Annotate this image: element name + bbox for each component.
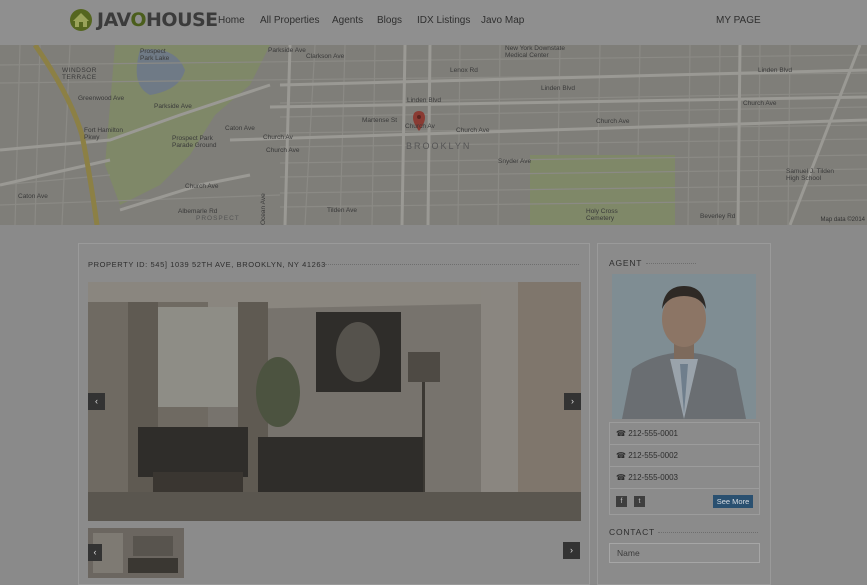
thumbnail-prev-arrow[interactable]: ‹ <box>88 544 102 561</box>
map-label-ocean-ave: Ocean Ave <box>260 193 267 225</box>
map-label-lenox-rd: Lenox Rd <box>450 67 478 74</box>
agent-phone-3-text: 212-555-0003 <box>628 473 679 482</box>
see-more-button[interactable]: See More <box>713 495 753 508</box>
map-label-martense-st: Martense St <box>362 117 398 124</box>
map-label-holy-cross: Holy Cross Cemetery <box>586 208 618 222</box>
map[interactable]: Prospect Park Lake WINDSOR TERRACE Fort … <box>0 45 867 225</box>
map-label-caton-ave: Caton Ave <box>225 125 255 132</box>
map-label-church-ave-lower: Church Ave <box>185 183 219 190</box>
contact-title: CONTACT <box>609 527 656 537</box>
map-label-church-ave: Church Ave <box>456 127 490 134</box>
agent-phone-1-text: 212-555-0001 <box>628 429 679 438</box>
agent-phone-1[interactable]: ☎ 212-555-0001 <box>609 422 760 445</box>
agent-portrait <box>612 274 756 419</box>
agent-title-rule <box>646 263 696 264</box>
map-label-brooklyn: BROOKLYN <box>406 141 472 151</box>
nav-idx-listings[interactable]: IDX Listings <box>417 15 470 26</box>
map-label-prospect-park-lake: Prospect Park Lake <box>140 48 170 62</box>
map-label-greenwood-ave: Greenwood Ave <box>78 95 125 102</box>
site-header: JAVOHOUSE Home All Properties Agents Blo… <box>0 0 867 45</box>
map-label-church-ave-sw: Church Ave <box>266 147 300 154</box>
agent-sidebar: AGENT ☎ 212-555-0001 ☎ 212-555-0002 ☎ 21… <box>597 243 771 585</box>
nav-blogs[interactable]: Blogs <box>377 15 402 26</box>
map-label-caton-ave-west: Caton Ave <box>18 193 48 200</box>
map-label-church-av-west: Church Av <box>263 134 293 141</box>
map-label-windsor-terrace: WINDSOR TERRACE <box>62 67 97 81</box>
agent-social-row: f t See More <box>609 489 760 515</box>
map-label-ny-downstate: New York Downstate Medical Center <box>505 45 565 59</box>
map-label-church-ave-east: Church Ave <box>596 118 630 125</box>
agent-phone-2-text: 212-555-0002 <box>628 451 679 460</box>
agent-phone-2[interactable]: ☎ 212-555-0002 <box>609 445 760 467</box>
content-area: PROPERTY ID: 545] 1039 52TH AVE, BROOKLY… <box>0 225 867 585</box>
thumbnail-photo <box>88 528 184 578</box>
property-panel: PROPERTY ID: 545] 1039 52TH AVE, BROOKLY… <box>78 243 590 585</box>
map-credit: Map data ©2014 <box>820 217 865 223</box>
agent-photo <box>612 274 756 419</box>
map-label-linden-blvd-east: Linden Blvd <box>758 67 792 74</box>
map-label-snyder-ave: Snyder Ave <box>498 158 532 165</box>
nav-all-properties[interactable]: All Properties <box>260 15 319 26</box>
map-label-albemarle-rd: Albemarle Rd <box>178 208 218 215</box>
slider-next-arrow[interactable]: › <box>564 393 581 410</box>
house-logo-icon <box>70 9 92 31</box>
map-label-church-av-station: Church Av <box>405 123 435 130</box>
logo-text: JAVOHOUSE <box>97 9 218 31</box>
agent-contact-list: ☎ 212-555-0001 ☎ 212-555-0002 ☎ 212-555-… <box>609 422 760 515</box>
map-label-linden-blvd: Linden Blvd <box>407 97 441 104</box>
agent-phone-3[interactable]: ☎ 212-555-0003 <box>609 467 760 489</box>
my-page-link[interactable]: MY PAGE <box>716 15 761 26</box>
map-label-prospect: PROSPECT <box>196 215 240 222</box>
map-canvas <box>0 45 867 225</box>
living-room-photo <box>88 282 581 521</box>
thumbnail-next-arrow[interactable]: › <box>563 542 580 559</box>
contact-title-rule <box>658 532 758 533</box>
map-label-parade-ground: Prospect Park Parade Ground <box>172 135 217 149</box>
image-slider[interactable]: ‹ › <box>88 282 581 521</box>
map-label-samuel-tilden: Samuel J. Tilden High School <box>786 168 835 182</box>
contact-name-input[interactable] <box>609 543 760 563</box>
facebook-icon[interactable]: f <box>616 496 627 507</box>
property-title-rule <box>325 264 579 265</box>
map-label-linden-blvd-mid: Linden Blvd <box>541 85 575 92</box>
property-id: PROPERTY ID: 545] 1039 52TH AVE, BROOKLY… <box>88 260 326 269</box>
agent-title: AGENT <box>609 258 643 268</box>
nav-home[interactable]: Home <box>218 15 245 26</box>
map-label-fort-hamilton: Fort Hamilton Pkwy <box>84 127 124 141</box>
map-label-beverley-rd: Beverley Rd <box>700 213 736 220</box>
nav-agents[interactable]: Agents <box>332 15 363 26</box>
slider-thumbnail[interactable]: ‹ <box>88 528 184 578</box>
map-label-clarkson-ave: Clarkson Ave <box>306 53 345 60</box>
slider-prev-arrow[interactable]: ‹ <box>88 393 105 410</box>
map-label-church-ave-far: Church Ave <box>743 100 777 107</box>
logo[interactable]: JAVOHOUSE <box>68 8 218 32</box>
map-label-parkside-ave-2: Parkside Ave <box>154 103 192 110</box>
map-label-tilden-ave: Tilden Ave <box>327 207 357 214</box>
twitter-icon[interactable]: t <box>634 496 645 507</box>
nav-javo-map[interactable]: Javo Map <box>481 15 524 26</box>
map-label-parkside-ave: Parkside Ave <box>268 47 306 54</box>
